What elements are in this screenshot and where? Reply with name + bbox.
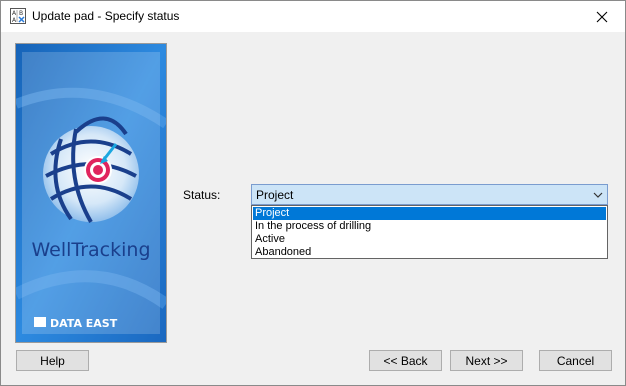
status-option-project[interactable]: Project	[253, 207, 606, 220]
cancel-button[interactable]: Cancel	[539, 350, 612, 371]
status-option-abandoned[interactable]: Abandoned	[253, 246, 606, 259]
status-option-in-process-of-drilling[interactable]: In the process of drilling	[253, 220, 606, 233]
close-icon	[596, 11, 608, 22]
help-button[interactable]: Help	[16, 350, 89, 371]
title-bar: A B A Update pad - Specify status	[1, 1, 625, 32]
status-dropdown-list: Project In the process of drilling Activ…	[251, 205, 608, 259]
svg-text:B: B	[19, 10, 23, 17]
banner-company-name: DATA EAST	[50, 317, 118, 330]
close-button[interactable]	[579, 1, 625, 32]
application-icon: A B A	[10, 8, 26, 24]
status-combobox-value: Project	[256, 188, 294, 202]
next-button[interactable]: Next >>	[450, 350, 523, 371]
welltracking-banner-image: WellTracking DATA EAST	[16, 44, 166, 342]
status-combobox[interactable]: Project	[251, 184, 608, 205]
product-banner: WellTracking DATA EAST	[15, 43, 167, 343]
window-title: Update pad - Specify status	[32, 9, 180, 23]
status-option-active[interactable]: Active	[253, 233, 606, 246]
back-button[interactable]: << Back	[369, 350, 442, 371]
banner-product-name: WellTracking	[31, 239, 150, 261]
chevron-down-icon	[593, 192, 603, 198]
dialog-window: A B A Update pad - Specify status WellTr…	[0, 0, 626, 386]
status-label: Status:	[183, 188, 221, 202]
